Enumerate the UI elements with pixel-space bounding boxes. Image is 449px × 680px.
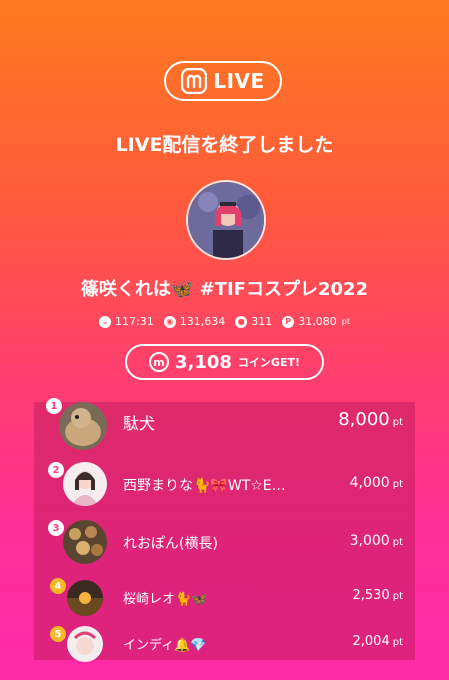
- score-value: 2,004: [352, 634, 390, 649]
- comments-stat: ● 311: [235, 315, 272, 328]
- score-value: 2,530: [352, 588, 390, 603]
- ranking-row[interactable]: 1 駄犬 8,000 pt: [34, 398, 415, 452]
- score-unit: pt: [392, 637, 403, 648]
- ranking-row[interactable]: 5 インディ🔔💎 2,004 pt: [34, 620, 415, 670]
- score-unit: pt: [392, 479, 403, 490]
- user-score: 3,000 pt: [350, 533, 403, 549]
- user-avatar: [67, 580, 103, 616]
- points-stat: P 31,080 pt: [282, 315, 350, 328]
- point-coin-icon: P: [282, 315, 295, 328]
- duration-stat: ⌄ 117:31: [99, 315, 154, 328]
- user-avatar: [63, 520, 107, 564]
- user-name: 西野まりな🐈🎀WT☆E…: [123, 478, 286, 494]
- score-value: 8,000: [338, 409, 390, 430]
- ranking-row[interactable]: 3 れおぽん(横長) 3,000 pt: [34, 518, 415, 568]
- live-label: LIVE: [213, 69, 265, 93]
- user-name: 桜崎レオ🐈🦋: [123, 592, 208, 607]
- user-name: インディ🔔💎: [123, 638, 207, 653]
- stats-bar: ⌄ 117:31 ◉ 131,634 ● 311 P 31,080 pt: [0, 315, 449, 328]
- user-score: 4,000 pt: [350, 475, 403, 491]
- user-score: 8,000 pt: [338, 409, 403, 430]
- views-value: 131,634: [179, 315, 226, 328]
- coin-icon: m: [148, 352, 169, 372]
- eye-icon: ◉: [163, 315, 176, 328]
- comments-value: 311: [251, 315, 273, 328]
- rank-badge: 4: [50, 578, 66, 594]
- points-unit: pt: [341, 317, 350, 326]
- page-title: LIVE配信を終了しました: [115, 134, 334, 156]
- score-unit: pt: [392, 591, 403, 602]
- rank-badge: 3: [48, 520, 64, 536]
- duration-value: 117:31: [115, 315, 154, 328]
- user-name: 駄犬: [123, 414, 156, 433]
- score-unit: pt: [392, 417, 403, 428]
- streamer-name: 篠咲くれは🦋 #TIFコスプレ2022: [80, 279, 369, 300]
- live-brand-badge: LIVE: [164, 61, 282, 101]
- m-logo-icon: [181, 68, 208, 94]
- user-score: 2,530 pt: [353, 588, 404, 603]
- user-avatar: [67, 626, 103, 662]
- supporter-ranking-list: 1 駄犬 8,000 pt 2 西野まりな🐈🎀WT☆E… 4,000 pt 3 れお…: [34, 398, 415, 662]
- comment-bubble-icon: ●: [235, 315, 248, 328]
- ranking-row[interactable]: 4 桜崎レオ🐈🦋 2,530 pt: [34, 574, 415, 624]
- user-name: れおぽん(横長): [123, 536, 218, 552]
- streamer-avatar[interactable]: [186, 180, 266, 260]
- rank-badge: 1: [46, 398, 62, 414]
- views-stat: ◉ 131,634: [163, 315, 226, 328]
- score-value: 4,000: [349, 475, 390, 491]
- user-score: 2,004 pt: [353, 634, 404, 649]
- user-avatar: [63, 462, 107, 506]
- points-value: 31,080: [298, 315, 337, 328]
- score-unit: pt: [392, 537, 403, 548]
- coin-get-button[interactable]: m 3,108 コインGET!: [125, 344, 324, 380]
- rank-badge: 5: [50, 626, 66, 642]
- clock-icon: ⌄: [99, 315, 112, 328]
- ranking-row[interactable]: 2 西野まりな🐈🎀WT☆E… 4,000 pt: [34, 460, 415, 510]
- coin-value: 3,108: [174, 351, 232, 373]
- coin-suffix: コインGET!: [237, 356, 300, 369]
- score-value: 3,000: [349, 533, 390, 549]
- user-avatar: [59, 402, 107, 450]
- rank-badge: 2: [48, 462, 64, 478]
